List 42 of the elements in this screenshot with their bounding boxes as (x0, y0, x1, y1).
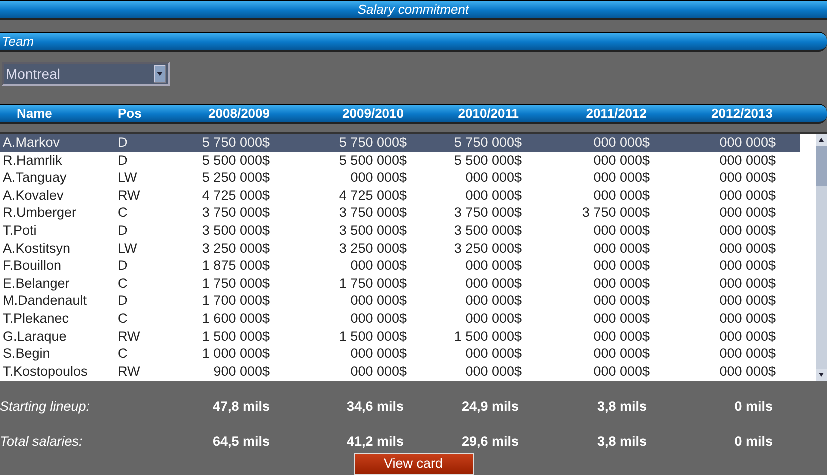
team-dropdown[interactable]: Montreal (2, 62, 170, 86)
column-header: Pos (117, 105, 143, 123)
total-label: Total salaries: (0, 433, 84, 451)
column-header: 2012/2013 (710, 105, 774, 123)
column-header: 2008/2009 (208, 105, 270, 123)
total-value: 41,2 mils (346, 433, 405, 451)
table-row[interactable]: A.Markov D 5 750 000$ 5 750 000$ 5 750 000$ 000 000$ 000 000$ (0, 134, 800, 152)
table-row[interactable]: A.Kostitsyn LW 3 250 000$ 3 250 000$ 3 250 000$ 000 000$ 000 000$ (0, 240, 800, 258)
scroll-up-icon[interactable] (816, 134, 827, 146)
dropdown-arrow-icon[interactable] (157, 72, 163, 76)
total-value: 64,5 mils (212, 433, 270, 451)
table-row[interactable]: R.Umberger C 3 750 000$ 3 750 000$ 3 750 000$ 3 750 000$ 000 000$ (0, 204, 800, 222)
table-row[interactable]: A.Tanguay LW 5 250 000$ 000 000$ 000 000$ 000 000$ 000 000$ (0, 169, 800, 187)
total-value: 3,8 mils (596, 433, 648, 451)
window-title: Salary commitment (0, 0, 827, 20)
column-header: Name (16, 105, 54, 123)
table-row[interactable]: A.Kovalev RW 4 725 000$ 4 725 000$ 000 000$ 000 000$ 000 000$ (0, 186, 800, 204)
total-value: 29,6 mils (460, 433, 520, 451)
table-row[interactable]: T.Poti D 3 500 000$ 3 500 000$ 3 500 000$ 000 000$ 000 000$ (0, 222, 800, 240)
table-row[interactable]: T.Plekanec C 1 600 000$ 000 000$ 000 000$ 000 000$ 000 000$ (0, 310, 800, 328)
table-row[interactable]: T.Kostopoulos RW 900 000$ 000 000$ 000 000$ 000 000$ 000 000$ (0, 362, 800, 380)
scroll-down-icon[interactable] (816, 369, 827, 381)
table-row[interactable]: E.Belanger C 1 750 000$ 1 750 000$ 000 000$ 000 000$ 000 000$ (0, 274, 800, 292)
table-row[interactable]: R.Hamrlik D 5 500 000$ 5 500 000$ 5 500 000$ 000 000$ 000 000$ (0, 152, 800, 170)
total-label: Starting lineup: (0, 398, 92, 416)
table-row[interactable]: G.Laraque RW 1 500 000$ 1 500 000$ 1 500 000$ 000 000$ 000 000$ (0, 328, 800, 346)
scrollbar[interactable] (816, 134, 827, 381)
total-value: 34,6 mils (346, 398, 405, 416)
table-row[interactable]: F.Bouillon D 1 875 000$ 000 000$ 000 000$ 000 000$ 000 000$ (0, 257, 800, 275)
total-value: 0 mils (734, 398, 774, 416)
scroll-thumb[interactable] (816, 146, 827, 186)
view-card-button[interactable]: View card (354, 453, 474, 475)
column-header: 2009/2010 (342, 105, 405, 123)
total-value: 0 mils (734, 433, 774, 451)
table-row[interactable]: M.Dandenault D 1 700 000$ 000 000$ 000 000$ 000 000$ 000 000$ (0, 292, 800, 310)
column-header: 2010/2011 (457, 105, 520, 123)
total-value: 3,8 mils (596, 398, 648, 416)
section-title: Team (0, 32, 827, 52)
total-value: 47,8 mils (212, 398, 270, 416)
column-header: 2011/2012 (585, 105, 648, 123)
total-value: 24,9 mils (460, 398, 520, 416)
table-row[interactable]: S.Begin C 1 000 000$ 000 000$ 000 000$ 000 000$ 000 000$ (0, 345, 800, 363)
